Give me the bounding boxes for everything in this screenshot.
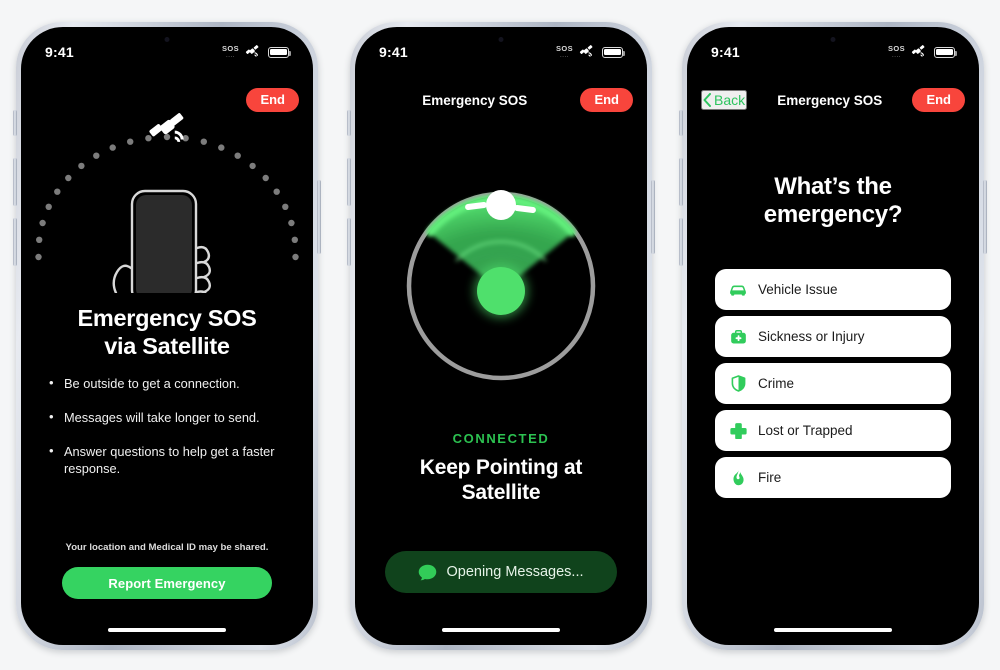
message-bubble-icon — [419, 564, 437, 580]
sos-icon: SOS .... — [887, 43, 905, 60]
status-bar-2: 9:41 SOS .... — [355, 41, 647, 63]
option-label: Vehicle Issue — [758, 282, 838, 297]
satellite-icon — [579, 44, 593, 57]
phone-3-screen: 9:41 SOS .... Back Emergency SOS End Wha… — [687, 27, 979, 645]
list-item: Messages will take longer to send. — [47, 408, 293, 426]
home-indicator[interactable] — [108, 627, 226, 632]
option-fire[interactable]: Fire — [715, 457, 951, 498]
list-item: Be outside to get a connection. — [47, 374, 293, 392]
status-time: 9:41 — [379, 44, 408, 60]
shield-icon — [729, 375, 747, 393]
illustration-svg — [35, 113, 299, 311]
option-label: Fire — [758, 470, 782, 485]
device-dot-icon — [477, 267, 525, 315]
end-button-3[interactable]: End — [912, 87, 965, 113]
mute-switch[interactable] — [13, 110, 17, 136]
radar-svg — [406, 190, 596, 381]
volume-down-button[interactable] — [679, 218, 683, 266]
list-item: Answer questions to help get a faster re… — [47, 442, 293, 477]
phone-1-screen: 9:41 SOS .... End Emergency SOS via Sate… — [21, 27, 313, 645]
volume-down-button[interactable] — [13, 218, 17, 266]
car-icon — [729, 281, 747, 299]
nav-title-3: Emergency SOS — [777, 92, 883, 108]
flame-icon — [729, 469, 747, 487]
sos-icon: SOS .... — [555, 43, 573, 60]
volume-up-button[interactable] — [347, 158, 351, 206]
opening-messages-button[interactable]: Opening Messages... — [385, 551, 617, 593]
option-label: Crime — [758, 376, 794, 391]
sos-icon: SOS .... — [221, 43, 239, 60]
battery-icon — [602, 46, 625, 58]
page-title-3: What’s the emergency? — [707, 173, 959, 230]
title-line-2: Satellite — [461, 481, 541, 505]
satellite-pointing-illustration — [21, 113, 313, 311]
phone-device-2: 9:41 SOS .... Emergency SOS End CONNECTE… — [347, 22, 655, 650]
status-time: 9:41 — [45, 44, 74, 60]
nav-bar-1: End — [21, 83, 313, 117]
title-line-1: Emergency SOS — [77, 305, 257, 331]
screenshot-canvas: 9:41 SOS .... End Emergency SOS via Sate… — [0, 0, 1000, 670]
option-crime[interactable]: Crime — [715, 363, 951, 404]
nav-title-2: Emergency SOS — [422, 92, 528, 108]
opening-messages-label: Opening Messages... — [446, 564, 584, 580]
phone-device-1: 9:41 SOS .... End Emergency SOS via Sate… — [13, 22, 321, 650]
instruction-list: Be outside to get a connection. Messages… — [47, 374, 293, 495]
privacy-disclaimer: Your location and Medical ID may be shar… — [65, 542, 269, 553]
report-emergency-button[interactable]: Report Emergency — [62, 567, 272, 599]
phone-2-screen: 9:41 SOS .... Emergency SOS End CONNECTE… — [355, 27, 647, 645]
status-time: 9:41 — [711, 44, 740, 60]
back-button-label: Back — [714, 92, 746, 108]
medical-bag-icon — [729, 328, 747, 346]
connection-status-badge: CONNECTED — [452, 431, 550, 446]
page-title-2: Keep Pointing at Satellite — [355, 455, 647, 505]
title-line-1: Keep Pointing at — [419, 456, 583, 479]
title-line-2: via Satellite — [104, 332, 230, 359]
battery-icon — [268, 46, 291, 58]
home-indicator[interactable] — [774, 627, 892, 632]
volume-up-button[interactable] — [679, 158, 683, 206]
nav-bar-2: Emergency SOS End — [355, 83, 647, 117]
satellite-icon — [245, 44, 259, 57]
status-bar-3: 9:41 SOS .... — [687, 41, 979, 63]
end-button-1[interactable]: End — [246, 87, 299, 113]
nav-bar-3: Back Emergency SOS End — [687, 83, 979, 117]
phone-device-3: 9:41 SOS .... Back Emergency SOS End Wha… — [679, 22, 987, 650]
end-button-2[interactable]: End — [580, 87, 633, 113]
volume-down-button[interactable] — [347, 218, 351, 266]
power-button[interactable] — [317, 180, 321, 254]
option-vehicle-issue[interactable]: Vehicle Issue — [715, 269, 951, 310]
page-title-1: Emergency SOS via Satellite — [21, 305, 313, 360]
satellite-radar-graphic — [394, 179, 608, 393]
status-bar-1: 9:41 SOS .... — [21, 41, 313, 63]
question-line-1: What’s the — [774, 173, 892, 200]
power-button[interactable] — [983, 180, 987, 254]
back-button[interactable]: Back — [701, 90, 748, 110]
option-lost-or-trapped[interactable]: Lost or Trapped — [715, 410, 951, 451]
volume-up-button[interactable] — [13, 158, 17, 206]
option-label: Sickness or Injury — [758, 329, 865, 344]
phone-illustration-screen — [136, 195, 192, 299]
battery-icon — [934, 46, 957, 58]
emergency-options-list: Vehicle Issue Sickness or Injury Crime L… — [715, 269, 951, 504]
cross-plus-icon — [729, 422, 747, 440]
question-line-2: emergency? — [763, 201, 903, 229]
chevron-left-icon — [703, 93, 711, 107]
mute-switch[interactable] — [347, 110, 351, 136]
option-sickness-or-injury[interactable]: Sickness or Injury — [715, 316, 951, 357]
option-label: Lost or Trapped — [758, 423, 853, 438]
mute-switch[interactable] — [679, 110, 683, 136]
satellite-icon — [911, 44, 925, 57]
power-button[interactable] — [651, 180, 655, 254]
home-indicator[interactable] — [442, 627, 560, 632]
